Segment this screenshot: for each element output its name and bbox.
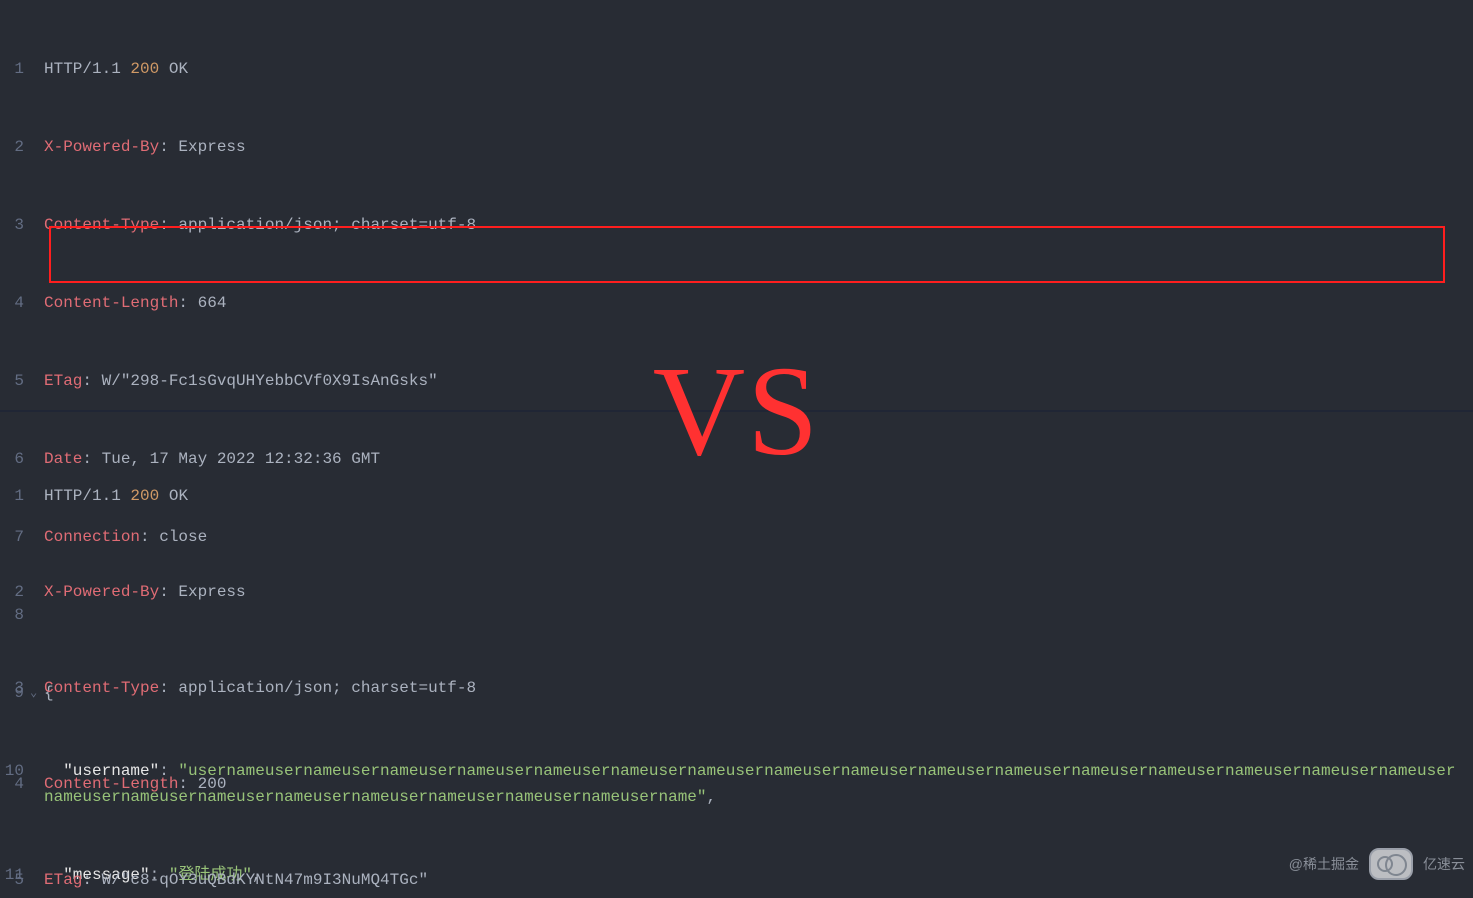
line-number: 4 — [0, 768, 30, 800]
header-value: Express — [178, 138, 245, 156]
line-number: 1 — [0, 480, 30, 512]
header-name: Content-Type — [44, 679, 159, 697]
line-number: 2 — [0, 134, 30, 160]
line-number: 4 — [0, 290, 30, 316]
response-pane-bottom: 1HTTP/1.1 200 OK 2X-Powered-By: Express … — [0, 412, 1473, 898]
header-value: application/json; charset=utf-8 — [178, 679, 476, 697]
header-value: Express — [178, 583, 245, 601]
header-name: Content-Length — [44, 294, 178, 312]
line-number: 2 — [0, 576, 30, 608]
watermark-brand: 亿速云 — [1423, 854, 1465, 874]
header-value: 664 — [198, 294, 227, 312]
response-pane-top: 1HTTP/1.1 200 OK 2X-Powered-By: Express … — [0, 0, 1473, 412]
header-value: W/"298-Fc1sGvqUHYebbCVf0X9IsAnGsks" — [102, 372, 438, 390]
header-value: application/json; charset=utf-8 — [178, 216, 476, 234]
line-number: 1 — [0, 56, 30, 82]
header-name: X-Powered-By — [44, 138, 159, 156]
page: 1HTTP/1.1 200 OK 2X-Powered-By: Express … — [0, 0, 1473, 898]
line-number: 3 — [0, 212, 30, 238]
watermark-source: @稀土掘金 — [1289, 854, 1359, 874]
http-status-text: OK — [169, 487, 188, 505]
line-number: 5 — [0, 864, 30, 896]
header-name: X-Powered-By — [44, 583, 159, 601]
header-value: W/"c8-qOY3uQBdKYNtN47m9I3NuMQ4TGc" — [102, 871, 428, 889]
cloud-logo-icon — [1369, 848, 1413, 880]
line-number: 3 — [0, 672, 30, 704]
http-proto: HTTP/1.1 — [44, 487, 121, 505]
header-name: ETag — [44, 372, 82, 390]
header-value: 200 — [198, 775, 227, 793]
http-proto: HTTP/1.1 — [44, 60, 121, 78]
http-status: 200 — [130, 487, 159, 505]
http-status-text: OK — [169, 60, 188, 78]
header-name: Content-Type — [44, 216, 159, 234]
header-name: ETag — [44, 871, 82, 889]
watermark: @稀土掘金 亿速云 — [1289, 848, 1465, 880]
code-block-bottom: 1HTTP/1.1 200 OK 2X-Powered-By: Express … — [0, 412, 1473, 898]
http-status: 200 — [130, 60, 159, 78]
line-number: 5 — [0, 368, 30, 394]
header-name: Content-Length — [44, 775, 178, 793]
